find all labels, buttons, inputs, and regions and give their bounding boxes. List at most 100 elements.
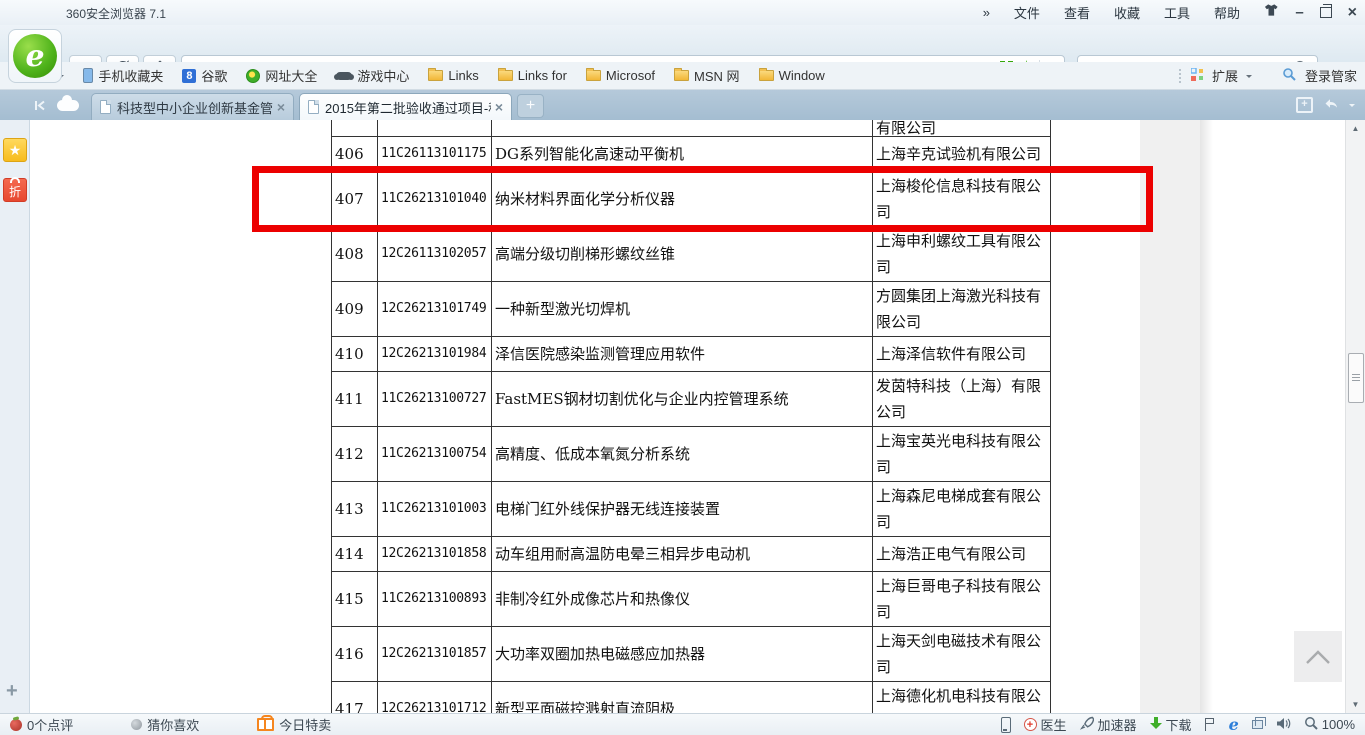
zoom-control[interactable]: 100% <box>1304 716 1355 733</box>
tab-list-icon[interactable] <box>34 99 47 112</box>
tab-close-icon[interactable]: × <box>495 99 503 115</box>
bookmark-item[interactable]: Microsof <box>586 68 655 83</box>
scrollbar-thumb[interactable] <box>1348 353 1364 403</box>
speaker-icon[interactable] <box>1276 717 1291 733</box>
accelerator-item[interactable]: 加速器 <box>1080 715 1137 734</box>
page-icon <box>308 100 319 114</box>
bookmark-item[interactable]: Window <box>759 68 825 83</box>
table-cell: 11C26213100754 <box>378 427 492 482</box>
gift-icon <box>257 718 274 731</box>
ie-mode-icon[interactable]: e <box>1229 718 1239 732</box>
bookmark-item[interactable]: MSN 网 <box>674 66 740 85</box>
daily-deals-item[interactable]: 今日特卖 <box>257 715 331 734</box>
favorites-star-button[interactable]: ★ <box>3 138 27 162</box>
menu-overflow-chevron[interactable]: » <box>983 5 990 20</box>
bookmark-item[interactable]: 网址大全 <box>246 66 317 85</box>
reviews-item[interactable]: 0个点评 <box>10 715 73 734</box>
back-to-top-button[interactable] <box>1294 631 1342 682</box>
extensions-label[interactable]: 扩展 <box>1212 66 1238 85</box>
skin-icon[interactable] <box>1264 3 1279 22</box>
discounts-zhe-button[interactable]: 折 <box>3 178 27 202</box>
bookmark-item[interactable]: 手机收藏夹 <box>83 66 163 85</box>
bookmark-item[interactable]: Links <box>428 68 478 83</box>
accelerator-label: 加速器 <box>1098 715 1137 734</box>
extensions-caret-icon[interactable] <box>1246 75 1252 81</box>
table-cell: 12C26213101749 <box>378 282 492 337</box>
bookmark-item[interactable]: Links for <box>498 68 567 83</box>
browser-tab[interactable]: 2015年第二批验收通过项目-科× <box>299 93 512 120</box>
bookmark-label: Window <box>779 68 825 83</box>
login-manager-icon[interactable] <box>1282 67 1297 85</box>
menubar-item[interactable]: 查看 <box>1064 3 1090 22</box>
deals-label: 今日特卖 <box>279 715 331 734</box>
table-cell: 411 <box>332 372 378 427</box>
extensions-grid-icon[interactable] <box>1191 68 1204 84</box>
bookmarks-items: ★收藏手机收藏夹8谷歌网址大全游戏中心LinksLinks forMicroso… <box>8 66 844 85</box>
new-tab-button[interactable]: + <box>517 94 544 118</box>
duplicate-tab-icon[interactable]: + <box>1296 97 1313 113</box>
status-bar: 0个点评 猜你喜欢 今日特卖 + 医生 加速器 下载 e <box>0 713 1365 735</box>
table-row-partial: 有限公司 <box>332 120 1051 137</box>
tab-bar-right: + <box>1296 96 1365 114</box>
folder-icon <box>586 70 601 81</box>
close-button[interactable]: × <box>1348 4 1357 22</box>
undo-caret-icon[interactable] <box>1349 104 1355 110</box>
table-cell: 408 <box>332 227 378 282</box>
table-cell: 414 <box>332 537 378 572</box>
menubar-item[interactable]: 收藏 <box>1114 3 1140 22</box>
restore-button[interactable] <box>1320 7 1332 18</box>
menubar-item[interactable]: 文件 <box>1014 3 1040 22</box>
table-cell: 12C26113102057 <box>378 227 492 282</box>
google-8-icon: 8 <box>182 69 196 83</box>
bookmark-item[interactable]: 游戏中心 <box>336 66 409 85</box>
scroll-down-arrow-icon[interactable]: ▼ <box>1346 700 1365 709</box>
undo-closed-tab-icon[interactable] <box>1323 96 1339 114</box>
table-cell: 12C26213101712 <box>378 682 492 714</box>
table-cell: 415 <box>332 572 378 627</box>
table-cell: 有限公司 <box>873 120 1051 137</box>
table-cell <box>378 120 492 137</box>
sidebar-add-button[interactable]: + <box>6 680 18 703</box>
table-cell: 一种新型激光切焊机 <box>492 282 873 337</box>
downloads-item[interactable]: 下载 <box>1150 715 1192 734</box>
rocket-icon <box>1080 716 1094 733</box>
bookmark-item[interactable]: 8谷歌 <box>182 66 227 85</box>
table-cell: 新型平面磁控溅射直流阴极 <box>492 682 873 714</box>
minimize-button[interactable]: – <box>1295 8 1303 18</box>
browser-logo-button[interactable]: e <box>8 29 62 83</box>
bookmarks-bar-right: 扩展 登录管家 <box>1179 66 1357 85</box>
browser-tab[interactable]: 科技型中小企业创新基金管理× <box>91 93 294 120</box>
table-cell: 发茵特科技（上海）有限公司 <box>873 372 1051 427</box>
downloads-label: 下载 <box>1166 715 1192 734</box>
download-arrow-icon <box>1150 716 1162 733</box>
browser-logo-icon: e <box>13 34 57 78</box>
menubar-item[interactable]: 帮助 <box>1214 3 1240 22</box>
table-cell: 417 <box>332 682 378 714</box>
page-icon <box>100 100 111 114</box>
flag-icon[interactable] <box>1205 718 1216 731</box>
scroll-up-arrow-icon[interactable]: ▲ <box>1346 124 1365 133</box>
table-cell: 11C26213100727 <box>378 372 492 427</box>
separator <box>1179 69 1183 83</box>
menubar-item[interactable]: 工具 <box>1164 3 1190 22</box>
cloud-sync-icon[interactable] <box>57 100 79 111</box>
bookmark-label: 游戏中心 <box>357 66 409 85</box>
tab-bar: 科技型中小企业创新基金管理×2015年第二批验收通过项目-科× + + <box>0 90 1365 120</box>
gamepad-icon <box>336 72 352 80</box>
vertical-scrollbar[interactable]: ▲ ▼ <box>1345 120 1365 713</box>
reviews-label: 0个点评 <box>27 715 73 734</box>
table-cell: 409 <box>332 282 378 337</box>
tab-close-icon[interactable]: × <box>277 99 285 115</box>
doctor-item[interactable]: + 医生 <box>1024 715 1067 734</box>
table-row: 41211C26213100754高精度、低成本氧氮分析系统上海宝英光电科技有限… <box>332 427 1051 482</box>
bookmark-label: 网址大全 <box>265 66 317 85</box>
highlight-box <box>252 166 1153 232</box>
guess-you-like-item[interactable]: 猜你喜欢 <box>131 715 199 734</box>
browser-window: 360安全浏览器 7.1 » 文件查看收藏工具帮助 – × e ← http:/… <box>0 0 1365 735</box>
mobile-icon[interactable] <box>1001 717 1011 733</box>
table-cell: 高精度、低成本氧氮分析系统 <box>492 427 873 482</box>
folder-icon <box>674 70 689 81</box>
table-row: 41311C26213101003电梯门红外线保护器无线连接装置上海森尼电梯成套… <box>332 482 1051 537</box>
login-manager-label[interactable]: 登录管家 <box>1305 66 1357 85</box>
windows-stack-icon[interactable] <box>1252 720 1263 729</box>
